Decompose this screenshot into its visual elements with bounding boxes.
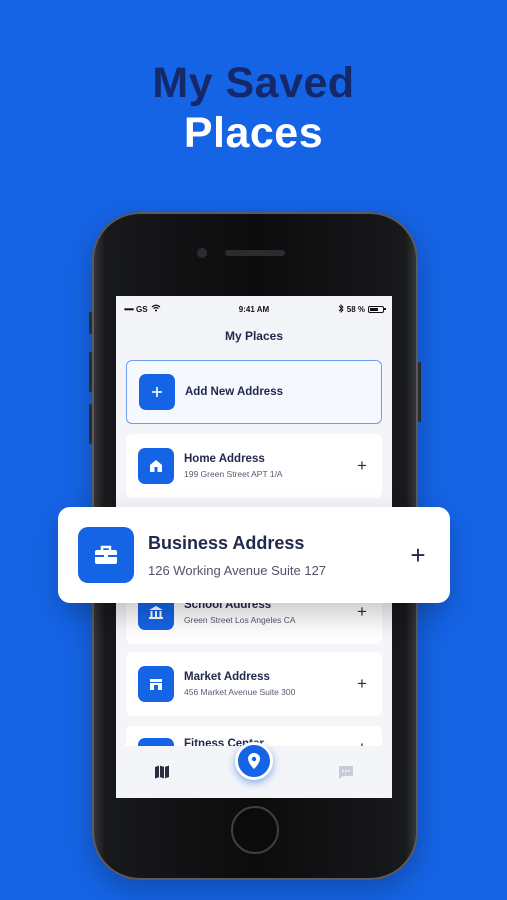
battery-icon <box>367 305 386 313</box>
place-subtitle: 456 Market Avenue Suite 300 <box>184 687 296 697</box>
plus-icon <box>139 374 175 410</box>
featured-place-business[interactable]: Business Address 126 Working Avenue Suit… <box>58 507 450 603</box>
carrier-name: GS <box>136 304 148 314</box>
place-title: Home Address <box>184 453 265 465</box>
wifi-icon <box>151 304 161 314</box>
earpiece-speaker <box>225 250 285 256</box>
volume-down-button <box>89 404 92 444</box>
chat-icon[interactable] <box>331 757 361 787</box>
battery-percent: 58 % <box>346 304 365 314</box>
place-item-home[interactable]: Home Address 199 Green Street APT 1/A + <box>126 434 382 498</box>
featured-title: Business Address <box>148 532 305 553</box>
add-icon[interactable]: + <box>354 456 370 476</box>
add-icon[interactable]: + <box>406 540 430 571</box>
headline-line-2: Places <box>183 109 324 157</box>
add-address-label: Add New Address <box>185 386 283 398</box>
featured-subtitle: 126 Working Avenue Suite 127 <box>148 562 327 578</box>
place-subtitle: 199 Green Street APT 1/A <box>184 469 283 479</box>
mute-switch <box>89 312 92 334</box>
volume-up-button <box>89 352 92 392</box>
headline: My Saved Places <box>0 58 507 158</box>
home-button[interactable] <box>231 806 279 854</box>
place-item-market[interactable]: Market Address 456 Market Avenue Suite 3… <box>126 652 382 716</box>
home-icon <box>138 448 174 484</box>
store-icon <box>138 666 174 702</box>
headline-line-1: My Saved <box>152 59 355 107</box>
briefcase-icon <box>78 527 134 583</box>
place-title: Market Address <box>184 671 270 683</box>
map-icon[interactable] <box>147 757 177 787</box>
status-bar: ••••• GS 9:41 AM 58 % <box>116 296 392 322</box>
add-icon[interactable]: + <box>354 602 370 622</box>
place-subtitle: Green Street Los Angeles CA <box>184 615 296 625</box>
location-pin-icon[interactable] <box>235 742 273 780</box>
front-camera <box>197 248 207 258</box>
bluetooth-icon <box>338 303 344 315</box>
power-button <box>418 362 421 422</box>
add-new-address-button[interactable]: Add New Address <box>126 360 382 424</box>
add-icon[interactable]: + <box>354 674 370 694</box>
screen-title: My Places <box>224 329 284 343</box>
signal-dots: ••••• <box>124 304 134 314</box>
status-time: 9:41 AM <box>238 304 270 314</box>
